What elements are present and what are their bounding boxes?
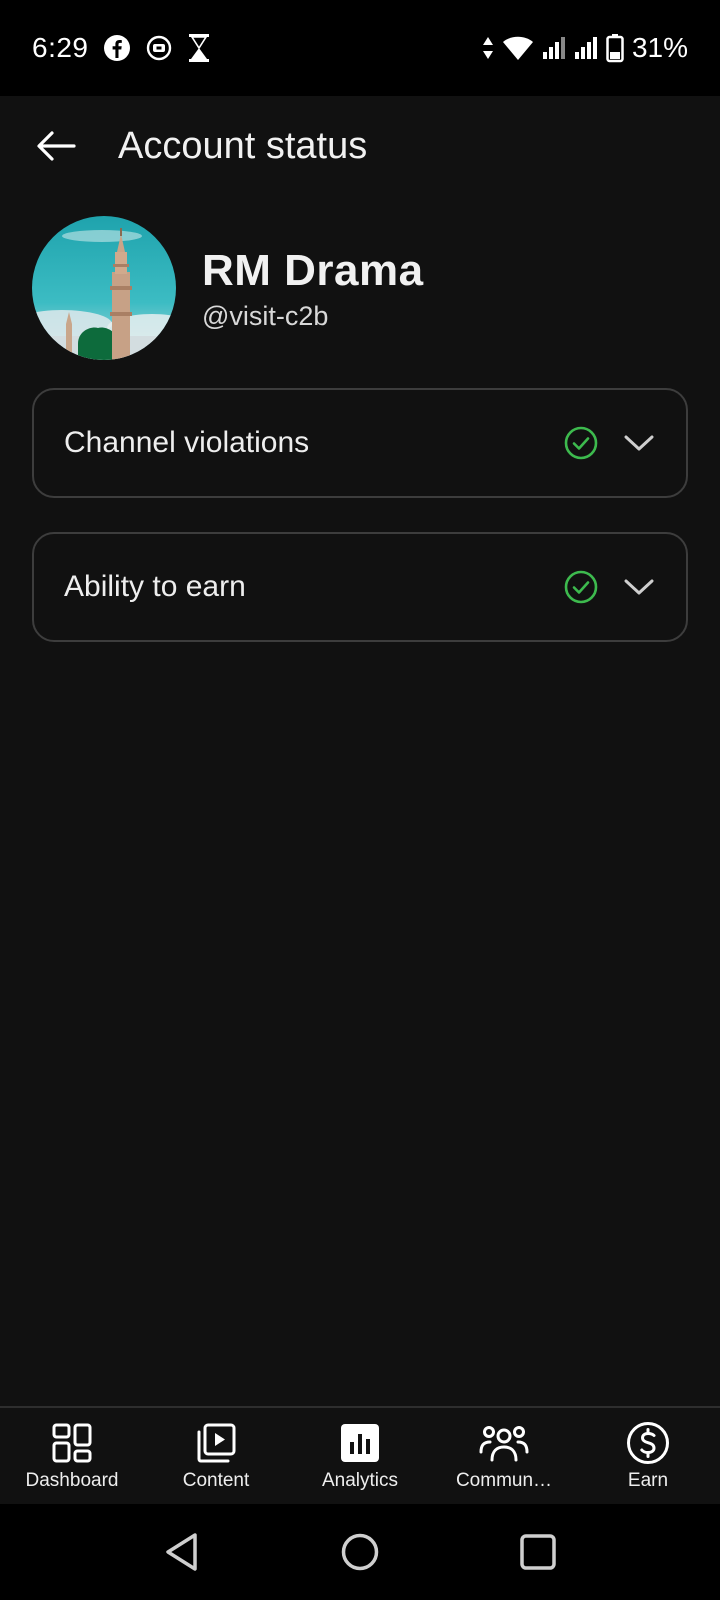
analytics-icon — [341, 1424, 379, 1462]
nav-label: Content — [182, 1470, 250, 1491]
ability-to-earn-card[interactable]: Ability to earn — [32, 532, 688, 642]
triangle-back-icon — [166, 1533, 197, 1571]
community-icon — [479, 1426, 529, 1462]
nav-earn[interactable]: Earn — [576, 1408, 720, 1504]
dashboard-icon — [52, 1423, 92, 1463]
system-navigation-bar — [0, 1504, 720, 1600]
hourglass-icon — [187, 33, 211, 63]
avatar — [32, 216, 176, 360]
arrow-back-icon — [37, 131, 76, 161]
status-bar: 6:29 31% — [0, 0, 720, 96]
system-recents-button[interactable] — [502, 1516, 574, 1588]
nav-analytics[interactable]: Analytics — [288, 1408, 432, 1504]
channel-profile: RM Drama @visit-c2b — [32, 216, 424, 360]
content-icon — [197, 1423, 236, 1463]
check-circle-icon — [564, 570, 598, 604]
battery-icon — [606, 33, 624, 63]
circle-home-icon — [341, 1533, 379, 1571]
signal-icon — [574, 36, 598, 60]
nav-content[interactable]: Content — [144, 1408, 288, 1504]
check-circle-icon — [564, 426, 598, 460]
square-recents-icon — [520, 1534, 556, 1570]
channel-name: RM Drama — [202, 245, 424, 295]
nav-label: Earn — [627, 1470, 669, 1491]
card-label: Ability to earn — [64, 570, 246, 603]
nav-dashboard[interactable]: Dashboard — [0, 1408, 144, 1504]
card-label: Channel violations — [64, 426, 310, 459]
wifi-icon — [502, 35, 534, 61]
signal-icon — [542, 36, 566, 60]
data-arrows-icon — [482, 35, 494, 61]
back-button[interactable] — [26, 116, 86, 176]
battery-percentage: 31% — [631, 32, 688, 63]
nav-label: Analytics — [321, 1470, 399, 1491]
chevron-down-icon[interactable] — [624, 434, 654, 452]
earn-icon — [627, 1422, 669, 1464]
channel-handle: @visit-c2b — [202, 300, 329, 331]
nav-label: Commun… — [455, 1470, 553, 1491]
app-bar: Account status — [0, 96, 720, 196]
facebook-icon — [103, 34, 131, 62]
system-back-button[interactable] — [146, 1516, 218, 1588]
chevron-down-icon[interactable] — [624, 578, 654, 596]
page-title: Account status — [118, 124, 368, 167]
nav-community[interactable]: Commun… — [432, 1408, 576, 1504]
cast-icon — [145, 34, 173, 62]
bottom-navigation: Dashboard Content Analytics Commun… Earn — [0, 1406, 720, 1504]
channel-violations-card[interactable]: Channel violations — [32, 388, 688, 498]
nav-label: Dashboard — [25, 1470, 119, 1491]
system-home-button[interactable] — [324, 1516, 396, 1588]
status-time: 6:29 — [32, 32, 89, 63]
